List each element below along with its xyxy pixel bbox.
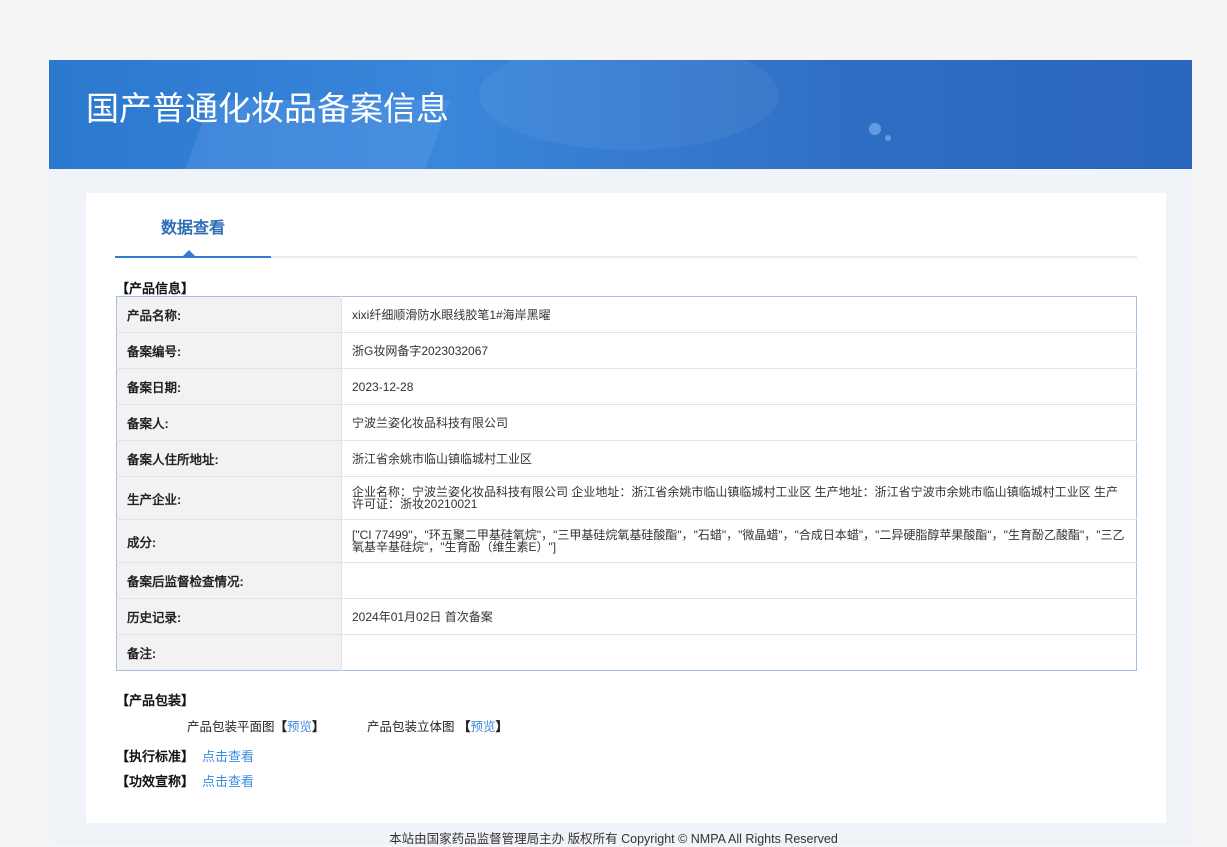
info-row: 备案日期: 2023-12-28: [116, 368, 1137, 405]
efficacy-view-link[interactable]: 点击查看: [202, 774, 254, 789]
info-value: xixi纤细顺滑防水眼线胶笔1#海岸黑曜: [341, 296, 1137, 333]
info-row: 备案后监督检查情况:: [116, 562, 1137, 599]
info-value: 宁波兰姿化妆品科技有限公司: [341, 404, 1137, 441]
info-label: 生产企业:: [116, 476, 342, 520]
efficacy-row: 【功效宣称】 点击查看: [116, 771, 254, 790]
info-row: 备案编号: 浙G妆网备字2023032067: [116, 332, 1137, 369]
preview-solid-link[interactable]: 预览: [471, 720, 496, 734]
info-value: [342, 635, 1137, 671]
bracket: 【: [458, 720, 471, 734]
info-label: 备案编号:: [116, 332, 342, 369]
active-tab-caret-icon: [183, 250, 195, 256]
standard-label: 【执行标准】: [116, 749, 195, 764]
info-label: 备注:: [116, 634, 342, 671]
info-value: 2024年01月02日 首次备案: [341, 598, 1137, 635]
preview-flat-link[interactable]: 预览: [287, 720, 312, 734]
tab-bar: 数据查看: [115, 193, 1137, 258]
info-row: 备案人住所地址: 浙江省余姚市临山镇临城村工业区: [116, 440, 1137, 477]
info-value: 企业名称：宁波兰姿化妆品科技有限公司 企业地址：浙江省余姚市临山镇临城村工业区 …: [341, 476, 1137, 520]
info-value: 浙G妆网备字2023032067: [341, 332, 1137, 369]
info-label: 备案人:: [116, 404, 342, 441]
info-row: 产品名称: xixi纤细顺滑防水眼线胶笔1#海岸黑曜: [116, 296, 1137, 333]
footer-copyright: 本站由国家药品监督管理局主办 版权所有 Copyright © NMPA All…: [389, 832, 838, 846]
efficacy-label: 【功效宣称】: [116, 774, 195, 789]
page-banner: 国产普通化妆品备案信息: [49, 60, 1192, 169]
product-info-table: 产品名称: xixi纤细顺滑防水眼线胶笔1#海岸黑曜 备案编号: 浙G妆网备字2023…: [116, 296, 1137, 671]
standard-view-link[interactable]: 点击查看: [202, 749, 254, 764]
info-label: 备案后监督检查情况:: [116, 562, 342, 599]
banner-decoration: [869, 123, 881, 135]
info-label: 成分:: [116, 519, 342, 563]
info-label: 备案日期:: [116, 368, 342, 405]
bracket: 【: [274, 720, 288, 734]
info-label: 产品名称:: [116, 296, 342, 333]
packaging-title: 【产品包装】: [116, 693, 195, 708]
tab-label: 数据查看: [160, 220, 225, 237]
info-value: [341, 562, 1137, 599]
packaging-flat-label: 产品包装平面图: [187, 720, 275, 734]
info-row: 备注:: [116, 634, 1137, 671]
packaging-flat: 产品包装平面图【预览】: [187, 716, 325, 735]
detail-card: 数据查看 【产品信息】 产品名称: xixi纤细顺滑防水眼线胶笔1#海岸黑曜 备案编…: [86, 193, 1166, 823]
info-row: 成分: ["CI 77499"，"环五聚二甲基硅氧烷"，"三甲基硅烷氧基硅酸酯"，…: [116, 519, 1137, 563]
banner-decoration: [885, 135, 891, 141]
tab-data-view[interactable]: 数据查看: [115, 193, 271, 258]
info-row: 备案人: 宁波兰姿化妆品科技有限公司: [116, 404, 1137, 441]
product-info-title: 【产品信息】: [116, 281, 195, 296]
info-value: 2023-12-28: [341, 368, 1137, 405]
standard-row: 【执行标准】 点击查看: [116, 746, 254, 765]
packaging-solid: 产品包装立体图 【预览】: [367, 716, 508, 735]
bracket: 】: [495, 720, 509, 734]
info-value: 浙江省余姚市临山镇临城村工业区: [341, 440, 1137, 477]
bracket: 】: [312, 720, 325, 734]
info-label: 备案人住所地址:: [116, 440, 342, 477]
banner-decoration: [479, 60, 779, 150]
info-row: 历史记录: 2024年01月02日 首次备案: [116, 598, 1137, 635]
packaging-solid-label: 产品包装立体图: [367, 720, 455, 734]
page-title: 国产普通化妆品备案信息: [86, 90, 449, 127]
info-label: 历史记录:: [116, 598, 342, 635]
info-row: 生产企业: 企业名称：宁波兰姿化妆品科技有限公司 企业地址：浙江省余姚市临山镇临城…: [116, 476, 1137, 520]
info-value: ["CI 77499"，"环五聚二甲基硅氧烷"，"三甲基硅烷氧基硅酸酯"，"石蜡…: [341, 519, 1137, 563]
